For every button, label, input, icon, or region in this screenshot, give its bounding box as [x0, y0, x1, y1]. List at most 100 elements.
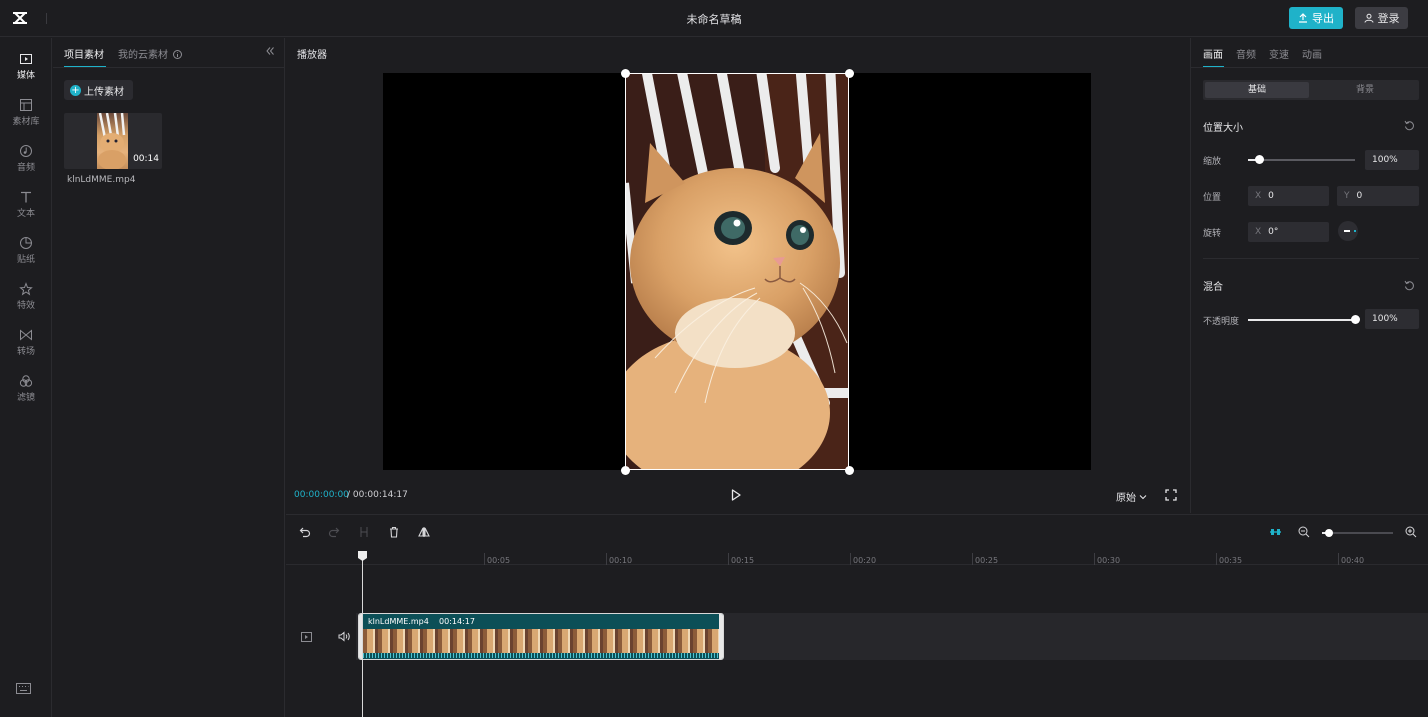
undo-icon[interactable]: [299, 526, 311, 538]
nav-audio-label: 音频: [16, 163, 35, 173]
props-tabs-divider: [1191, 67, 1428, 68]
rotation-input[interactable]: X 0°: [1248, 222, 1329, 242]
blend-reset-icon[interactable]: [1404, 280, 1415, 291]
basic-background-segment: 基础 背景: [1203, 80, 1419, 100]
tab-animation[interactable]: 动画: [1302, 46, 1322, 61]
redo-icon[interactable]: [328, 526, 340, 538]
zoom-in-icon[interactable]: [1405, 526, 1417, 538]
scale-input[interactable]: 100%: [1365, 150, 1419, 170]
opacity-input[interactable]: 100%: [1365, 309, 1419, 329]
nav-media[interactable]: 媒体: [0, 52, 52, 92]
scale-label: 缩放: [1203, 157, 1222, 167]
aspect-ratio-label: 原始: [1116, 493, 1136, 504]
nav-media-label: 媒体: [16, 71, 35, 81]
left-nav: 媒体 素材库 音频 文本 贴纸 特效 转场 滤镜: [0, 38, 52, 717]
collapse-panel-icon[interactable]: [265, 46, 275, 59]
mirror-icon[interactable]: [418, 526, 430, 538]
scale-slider-knob[interactable]: [1255, 155, 1264, 164]
ruler-tick: [1216, 553, 1217, 565]
position-y-input[interactable]: Y0: [1337, 186, 1419, 206]
upload-button[interactable]: + 上传素材: [64, 80, 133, 100]
resize-handle-bottom-right[interactable]: [845, 466, 854, 475]
position-label: 位置: [1203, 193, 1222, 203]
nav-transition[interactable]: 转场: [0, 328, 52, 368]
nav-effects[interactable]: 特效: [0, 282, 52, 322]
info-icon[interactable]: [173, 50, 183, 59]
upload-label: 上传素材: [84, 86, 124, 98]
ruler-tick: [850, 553, 851, 565]
transition-icon: [20, 329, 32, 341]
position-y-value: 0: [1356, 191, 1363, 201]
timeline-panel: 00:05 00:10 00:15 00:20 00:25 00:30 00:35 00:40…: [286, 514, 1428, 717]
nav-filter[interactable]: 滤镜: [0, 374, 52, 414]
clip-trim-right-handle[interactable]: [719, 614, 723, 659]
ruler-tick-label: 00:05: [487, 556, 511, 565]
nav-text[interactable]: 文本: [0, 190, 52, 230]
nav-library-label: 素材库: [12, 117, 40, 127]
reset-icon[interactable]: [1404, 120, 1415, 131]
zoom-slider-knob[interactable]: [1325, 528, 1333, 537]
ruler-tick-label: 00:20: [853, 556, 877, 565]
zoom-slider[interactable]: [1322, 528, 1393, 537]
resize-handle-top-left[interactable]: [621, 69, 630, 78]
tab-cloud-assets[interactable]: 我的云素材: [118, 46, 183, 61]
position-size-title: 位置大小: [1203, 123, 1243, 134]
nav-sticker[interactable]: 贴纸: [0, 236, 52, 276]
opacity-slider[interactable]: [1248, 315, 1360, 324]
asset-thumbnail[interactable]: 00:14: [64, 113, 162, 169]
scale-slider[interactable]: [1248, 155, 1355, 164]
resize-handle-top-right[interactable]: [845, 69, 854, 78]
nav-audio[interactable]: 音频: [0, 144, 52, 184]
segment-basic[interactable]: 基础: [1205, 82, 1309, 98]
export-button[interactable]: 导出: [1289, 7, 1343, 29]
opacity-slider-knob[interactable]: [1351, 315, 1360, 324]
tab-audio[interactable]: 音频: [1236, 46, 1256, 61]
play-icon[interactable]: [729, 488, 743, 502]
nav-filter-label: 滤镜: [16, 393, 35, 403]
zoom-out-icon[interactable]: [1298, 526, 1310, 538]
time-separator: /: [347, 490, 351, 500]
selection-frame: [625, 73, 849, 470]
top-bar: 未命名草稿 导出 登录: [0, 0, 1428, 37]
tab-speed[interactable]: 变速: [1269, 46, 1289, 61]
video-clip[interactable]: klnLdMME.mp4 00:14:17: [358, 613, 724, 660]
track-video-icon[interactable]: [301, 632, 312, 642]
nav-text-label: 文本: [16, 209, 35, 219]
tabs-divider: [53, 67, 284, 68]
tab-project-assets[interactable]: 项目素材: [64, 46, 104, 61]
total-time: / 00:00:14:17: [347, 490, 408, 500]
resize-handle-bottom-left[interactable]: [621, 466, 630, 475]
ruler-tick: [484, 553, 485, 565]
video-canvas[interactable]: [383, 69, 1091, 475]
chevron-down-icon: [1139, 495, 1147, 500]
segment-background[interactable]: 背景: [1313, 82, 1417, 98]
ruler-tick: [972, 553, 973, 565]
nav-library[interactable]: 素材库: [0, 98, 52, 138]
rotation-axis: X: [1255, 227, 1262, 237]
snap-toggle-icon[interactable]: [1269, 526, 1282, 538]
tab-picture[interactable]: 画面: [1203, 46, 1223, 61]
total-time-value: 00:00:14:17: [352, 490, 408, 500]
project-title[interactable]: 未命名草稿: [0, 11, 1428, 27]
login-button[interactable]: 登录: [1355, 7, 1408, 29]
ruler-tick: [1094, 553, 1095, 565]
split-icon[interactable]: [358, 526, 370, 538]
asset-panel: 项目素材 我的云素材 + 上传素材 00:14 klnLdMME.mp4: [53, 38, 285, 717]
export-label: 导出: [1312, 12, 1334, 25]
login-label: 登录: [1377, 12, 1400, 25]
position-y-axis: Y: [1344, 191, 1350, 201]
editor-app: 未命名草稿 导出 登录 媒体 素材库 音频 文本 贴纸 特效 转场 滤镜 项目素…: [0, 0, 1428, 717]
track-audio-icon[interactable]: [338, 631, 351, 642]
rotation-dial[interactable]: [1338, 221, 1358, 241]
fullscreen-icon[interactable]: [1165, 489, 1177, 501]
nav-sticker-label: 贴纸: [16, 255, 35, 265]
position-x-input[interactable]: X0: [1248, 186, 1329, 206]
keyboard-icon[interactable]: [16, 683, 31, 694]
delete-icon[interactable]: [388, 526, 400, 538]
position-x-axis: X: [1255, 191, 1262, 201]
ruler-tick: [1338, 553, 1339, 565]
time-ruler[interactable]: 00:05 00:10 00:15 00:20 00:25 00:30 00:35 00:40: [286, 551, 1428, 565]
aspect-ratio-dropdown[interactable]: 原始: [1116, 489, 1147, 504]
clip-waveform: [363, 653, 719, 658]
blend-title: 混合: [1203, 282, 1223, 293]
